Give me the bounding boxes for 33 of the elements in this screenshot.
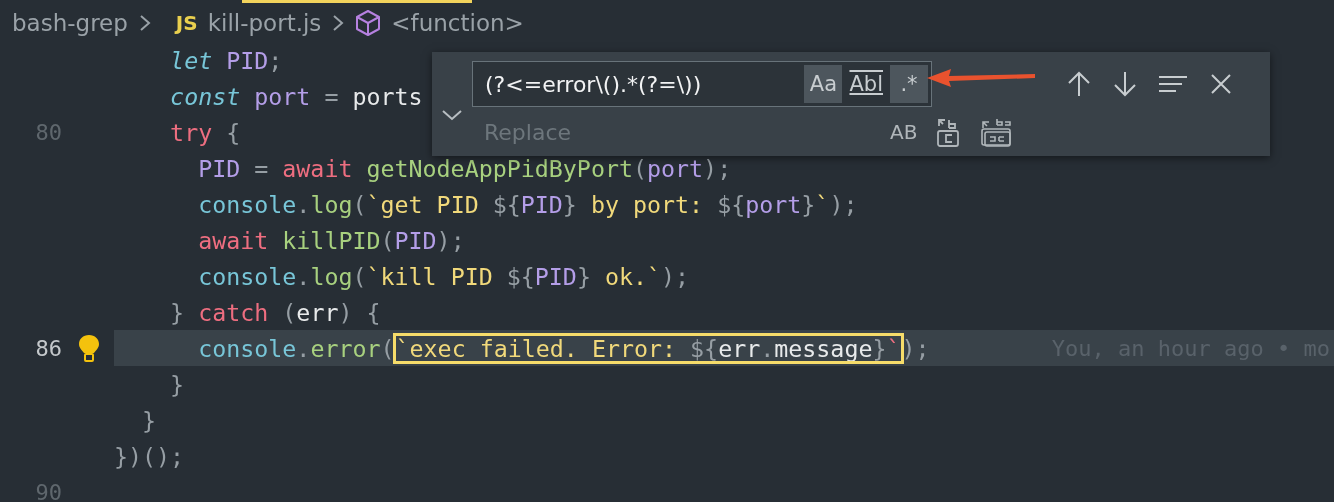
code-line: PID = await getNodeAppPidByPort(port); (197, 154, 732, 182)
previous-match-button[interactable] (1066, 70, 1092, 98)
code-text: console.error( (197, 334, 395, 362)
find-input-field[interactable]: (?<=error\().*(?=\)) Aa Abl .* (472, 61, 932, 107)
line-number: 80 (35, 119, 62, 145)
code-line: await killPID(PID); (197, 226, 465, 254)
cube-icon (355, 8, 382, 37)
code-line: } (169, 370, 185, 398)
breadcrumb-file[interactable]: kill-port.js (207, 9, 322, 36)
code-line: try { (169, 118, 241, 146)
code-text: ); (901, 334, 930, 362)
code-line: })(); (114, 442, 185, 470)
code-line: console.log(`kill PID ${PID} ok.`); (197, 262, 690, 290)
code-line: const port = ports (169, 82, 423, 110)
code-line: let PID; (169, 46, 283, 74)
search-option-toggle[interactable]: Aa (804, 65, 843, 103)
search-match-highlight: `exec failed. Error: ${err.message}` (394, 334, 902, 362)
code-line: console.log(`get PID ${PID} by port: ${port}`); (197, 190, 858, 218)
line-number: 86 (35, 335, 62, 361)
search-option-toggle[interactable]: Abl (845, 65, 887, 103)
breadcrumb-symbol[interactable]: <function> (391, 9, 524, 36)
replace-one-icon[interactable] (935, 116, 962, 148)
code-line: } (141, 406, 157, 434)
preserve-case-button[interactable]: AB (890, 120, 918, 144)
breadcrumb-folder[interactable]: bash-grep (12, 9, 128, 36)
lightbulb-icon[interactable] (78, 334, 100, 362)
code-line: } catch (err) { (169, 298, 381, 326)
replace-all-icon[interactable] (981, 116, 1014, 148)
next-match-button[interactable] (1112, 70, 1138, 98)
file-type-label: JS (175, 10, 198, 35)
chevron-right-icon (331, 12, 346, 33)
search-option-toggle[interactable]: .* (890, 65, 928, 103)
line-number: 90 (35, 479, 62, 502)
